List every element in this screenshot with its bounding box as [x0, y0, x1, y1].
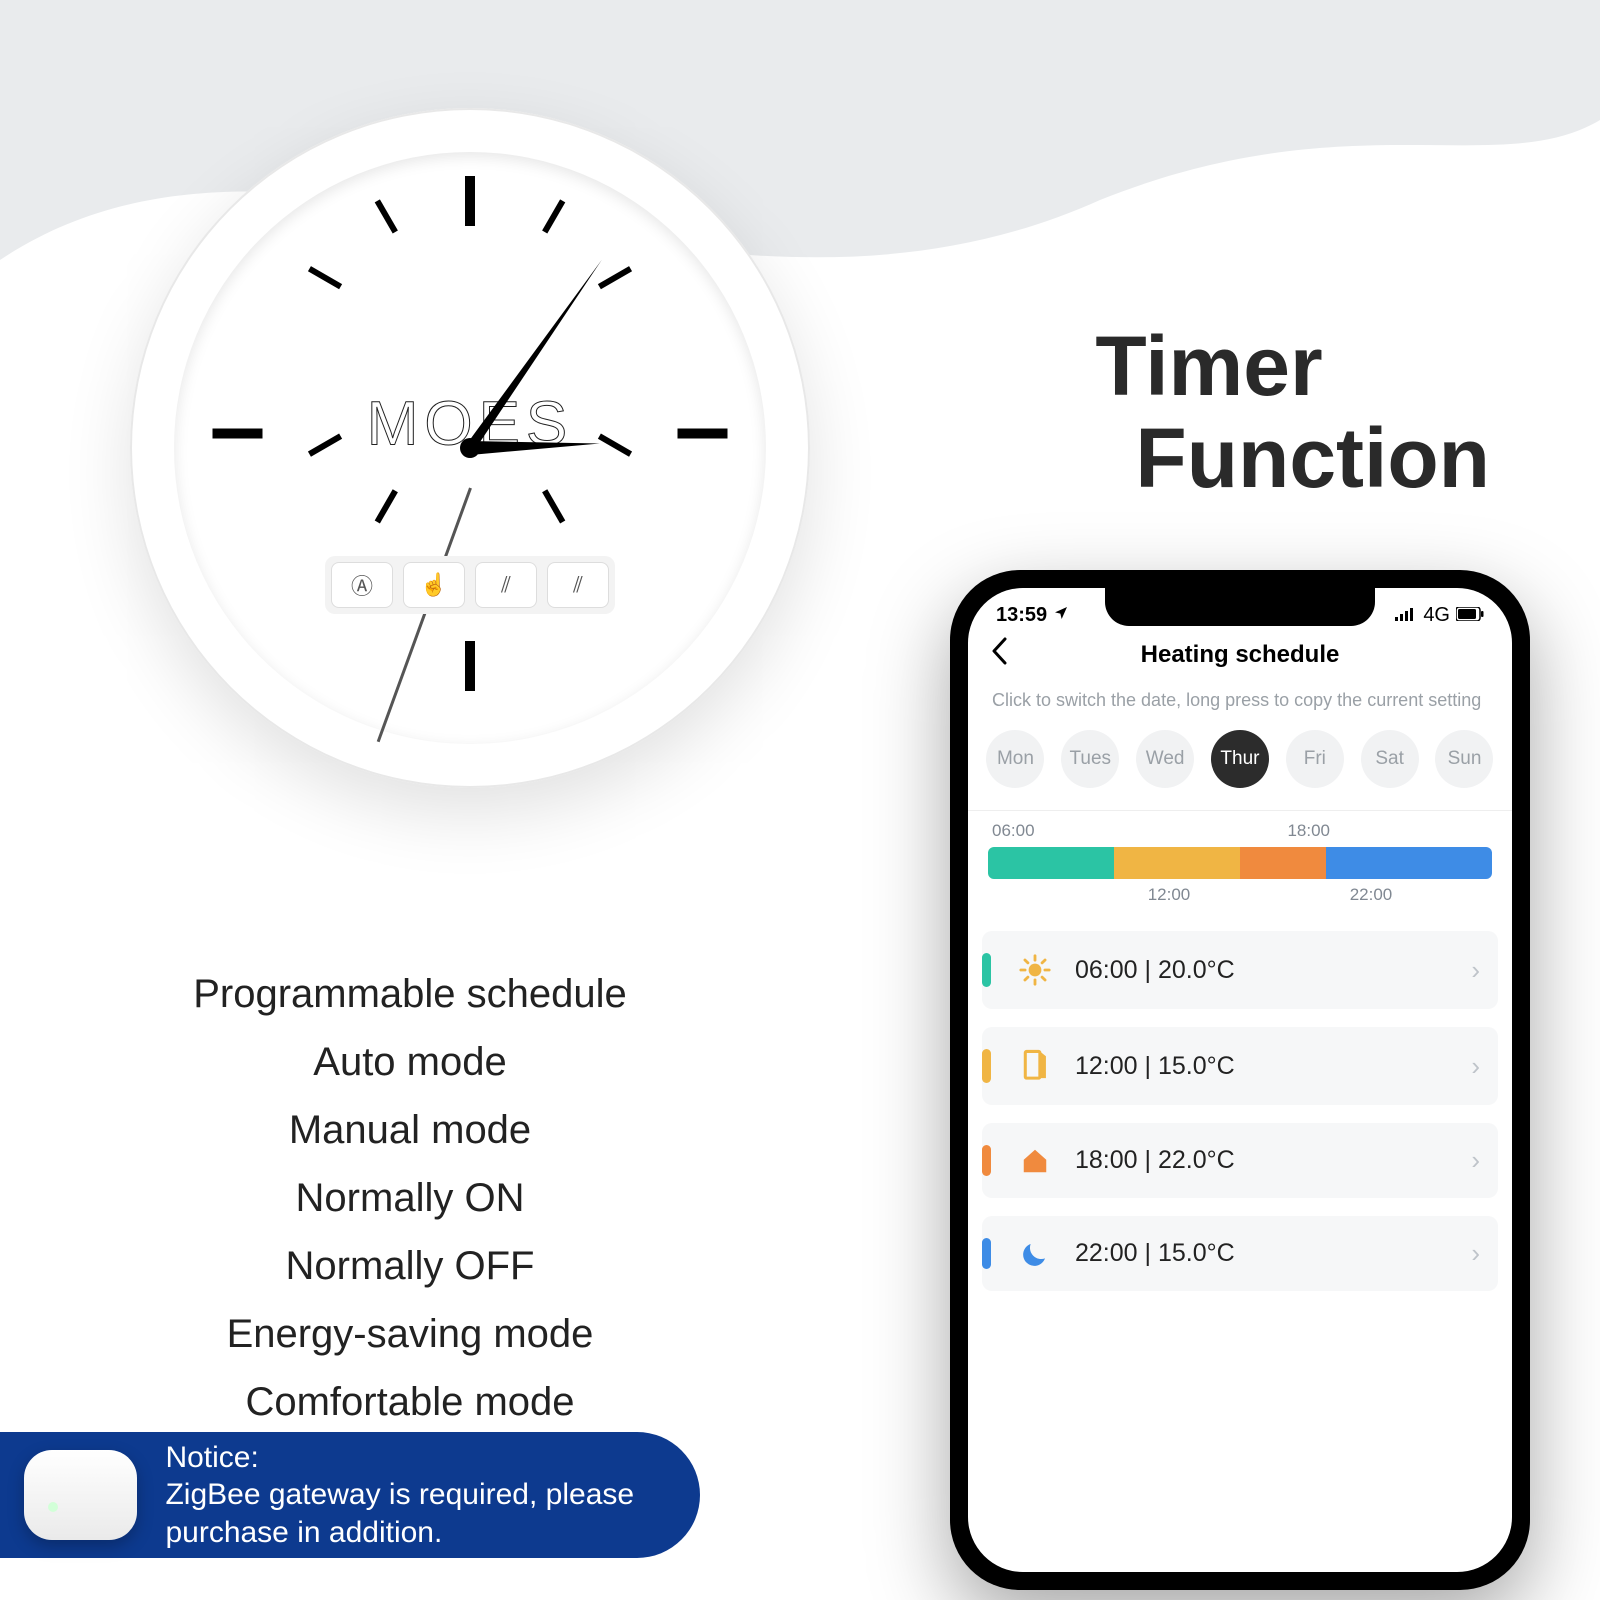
- day-sun[interactable]: Sun: [1435, 730, 1493, 788]
- feature-list: Programmable schedule Auto mode Manual m…: [140, 960, 680, 1436]
- row-accent: [982, 1145, 991, 1176]
- moon-icon: [1015, 1239, 1055, 1269]
- hint-text: Click to switch the date, long press to …: [968, 685, 1512, 726]
- status-time: 13:59: [996, 604, 1047, 626]
- app-title: Heating schedule: [1141, 641, 1340, 669]
- feature-item: Programmable schedule: [140, 960, 680, 1028]
- timeline: 06:00 18:00 12:00 22:00: [968, 810, 1512, 923]
- schedule-list: 06:00 | 20.0°C › 12:00 | 15.0°C › 18:00 …: [968, 923, 1512, 1317]
- day-tues[interactable]: Tues: [1061, 730, 1119, 788]
- headline-line2: Function: [1095, 412, 1490, 504]
- feature-item: Comfortable mode: [140, 1368, 680, 1436]
- tl-seg-4: [1326, 847, 1492, 879]
- tl-label: 06:00: [992, 821, 1035, 841]
- notice-body: ZigBee gateway is required, please purch…: [165, 1478, 634, 1549]
- mode-auto-icon: Ⓐ: [331, 562, 393, 608]
- tl-label: 22:00: [1350, 885, 1393, 905]
- row-accent: [982, 1049, 991, 1083]
- schedule-row[interactable]: 12:00 | 15.0°C ›: [982, 1027, 1498, 1105]
- row-accent: [982, 953, 991, 987]
- mode-hatch2-icon: ⫽: [547, 562, 609, 608]
- chevron-right-icon: ›: [1471, 955, 1480, 986]
- feature-item: Auto mode: [140, 1028, 680, 1096]
- mode-hatch1-icon: ⫽: [475, 562, 537, 608]
- schedule-row[interactable]: 22:00 | 15.0°C ›: [982, 1216, 1498, 1291]
- back-button[interactable]: [990, 637, 1008, 673]
- schedule-row-text: 12:00 | 15.0°C: [1075, 1052, 1471, 1081]
- schedule-row-text: 18:00 | 22.0°C: [1075, 1146, 1471, 1175]
- chevron-right-icon: ›: [1471, 1051, 1480, 1082]
- day-wed[interactable]: Wed: [1136, 730, 1194, 788]
- app-header: Heating schedule: [968, 631, 1512, 685]
- headline: Timer Function: [1095, 320, 1490, 505]
- feature-item: Manual mode: [140, 1096, 680, 1164]
- tl-label: 12:00: [1148, 885, 1191, 905]
- day-sat[interactable]: Sat: [1361, 730, 1419, 788]
- clock-mode-row: Ⓐ ☝ ⫽ ⫽: [325, 556, 615, 614]
- chevron-right-icon: ›: [1471, 1145, 1480, 1176]
- feature-item: Normally ON: [140, 1164, 680, 1232]
- door-icon: [1015, 1049, 1055, 1083]
- schedule-row[interactable]: 18:00 | 22.0°C ›: [982, 1123, 1498, 1198]
- notice-title: Notice:: [165, 1439, 700, 1477]
- day-mon[interactable]: Mon: [986, 730, 1044, 788]
- tl-label: 18:00: [1287, 821, 1330, 841]
- feature-item: Energy-saving mode: [140, 1300, 680, 1368]
- timeline-bar[interactable]: [988, 847, 1492, 879]
- tl-seg-2: [1114, 847, 1240, 879]
- phone-notch: [1105, 588, 1375, 626]
- schedule-row-text: 06:00 | 20.0°C: [1075, 956, 1471, 985]
- tl-seg-1: [988, 847, 1114, 879]
- notice-banner: Notice: ZigBee gateway is required, plea…: [0, 1432, 700, 1558]
- headline-line1: Timer: [1095, 320, 1490, 412]
- phone-mockup: 13:59 4G Heating schedule Click to: [950, 570, 1530, 1590]
- day-selector: Mon Tues Wed Thur Fri Sat Sun: [968, 726, 1512, 810]
- network-label: 4G: [1423, 604, 1450, 627]
- sun-icon: [1015, 953, 1055, 987]
- schedule-row-text: 22:00 | 15.0°C: [1075, 1239, 1471, 1268]
- gateway-image: [24, 1450, 137, 1540]
- row-accent: [982, 1238, 991, 1269]
- schedule-row[interactable]: 06:00 | 20.0°C ›: [982, 931, 1498, 1009]
- home-icon: [1015, 1146, 1055, 1176]
- feature-item: Normally OFF: [140, 1232, 680, 1300]
- signal-icon: [1395, 604, 1417, 627]
- day-thur[interactable]: Thur: [1211, 730, 1269, 788]
- clock-graphic: MOES Ⓐ ☝ ⫽ ⫽: [130, 108, 810, 788]
- location-icon: [1053, 604, 1069, 626]
- chevron-right-icon: ›: [1471, 1238, 1480, 1269]
- battery-icon: [1456, 604, 1484, 627]
- day-fri[interactable]: Fri: [1286, 730, 1344, 788]
- mode-manual-icon: ☝: [403, 562, 465, 608]
- tl-seg-3: [1240, 847, 1326, 879]
